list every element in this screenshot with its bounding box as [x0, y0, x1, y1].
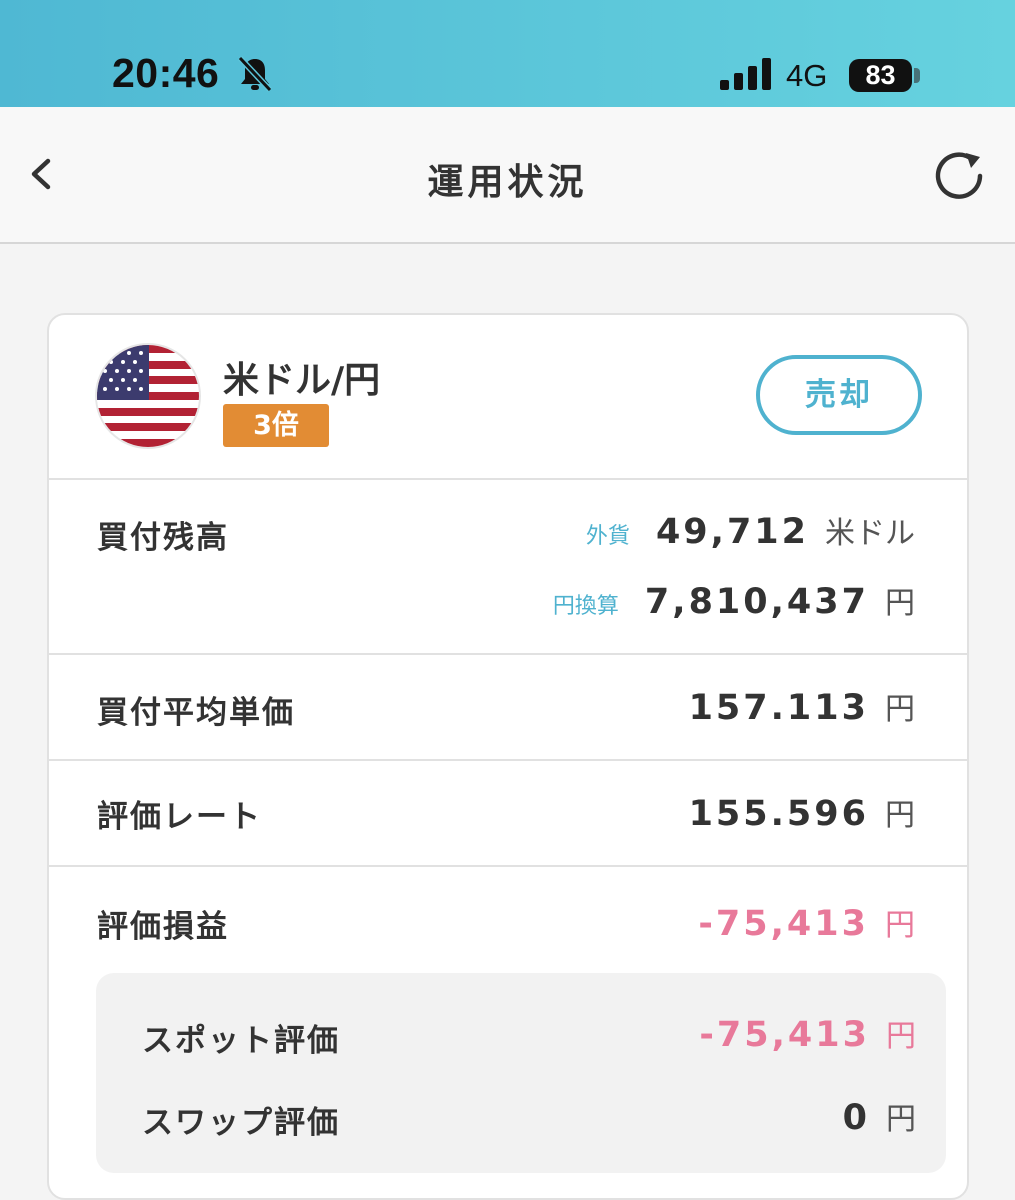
pnl-unit: 円 [885, 908, 915, 943]
holdings-row: 買付残高 外貨 49,712 米ドル 円換算 7,810,437 円 [49, 480, 967, 655]
spot-amount: -75,413 円 [699, 1011, 916, 1055]
foreign-unit: 米ドル [825, 516, 915, 551]
pnl-breakdown-panel: スポット評価 -75,413 円 スワップ評価 0 円 [96, 973, 946, 1173]
rate-row: 評価レート 155.596 円 [49, 761, 967, 867]
battery-cap [914, 68, 920, 83]
spot-unit: 円 [886, 1019, 916, 1054]
page-title: 運用状況 [427, 162, 588, 203]
avg-price-row: 買付平均単価 157.113 円 [49, 655, 967, 761]
refresh-icon[interactable] [930, 147, 988, 205]
nav-bar: 運用状況 [0, 107, 1015, 244]
currency-pair-name: 米ドル/円 [223, 360, 381, 401]
swap-amount: 0 円 [843, 1094, 916, 1138]
sell-button[interactable]: 売却 [756, 355, 922, 435]
us-flag-icon [97, 345, 199, 447]
foreign-label: 外貨 [585, 524, 630, 549]
swap-unit: 円 [886, 1102, 916, 1137]
spot-value: -75,413 [699, 1015, 870, 1055]
pnl-value: -75,413 [698, 904, 869, 944]
rate-unit: 円 [885, 798, 915, 833]
rate-label: 評価レート [97, 799, 262, 835]
swap-value: 0 [842, 1098, 870, 1138]
foreign-amount: 外貨 49,712 米ドル [586, 508, 915, 552]
network-type: 4G [786, 58, 828, 93]
signal-icon [720, 58, 771, 90]
foreign-value: 49,712 [655, 512, 809, 552]
avg-price-value: 157.113 [688, 688, 869, 728]
avg-price-label: 買付平均単価 [97, 695, 295, 731]
avg-price-unit: 円 [885, 692, 915, 727]
swap-label: スワップ評価 [142, 1105, 340, 1141]
holdings-label: 買付残高 [97, 520, 229, 556]
avg-price-amount: 157.113 円 [689, 684, 915, 728]
position-card: 米ドル/円 3倍 売却 買付残高 外貨 49,712 米ドル 円換算 7,810… [47, 313, 969, 1200]
pnl-row: 評価損益 -75,413 円 [49, 867, 967, 973]
rate-amount: 155.596 円 [689, 790, 915, 834]
yen-value: 7,810,437 [644, 582, 869, 622]
status-bar: 20:46 4G 83 [0, 0, 1015, 107]
yen-amount: 円換算 7,810,437 円 [553, 578, 915, 622]
spot-label: スポット評価 [142, 1023, 340, 1059]
yen-unit: 円 [885, 586, 915, 621]
rate-value: 155.596 [688, 794, 869, 834]
leverage-badge: 3倍 [223, 404, 329, 447]
battery-indicator: 83 [849, 59, 912, 92]
bell-slash-icon [237, 55, 273, 93]
pnl-amount: -75,413 円 [698, 900, 915, 944]
card-header: 米ドル/円 3倍 売却 [49, 315, 967, 480]
yen-conversion-label: 円換算 [552, 594, 619, 619]
status-time: 20:46 [112, 50, 220, 96]
pnl-label: 評価損益 [97, 909, 229, 945]
